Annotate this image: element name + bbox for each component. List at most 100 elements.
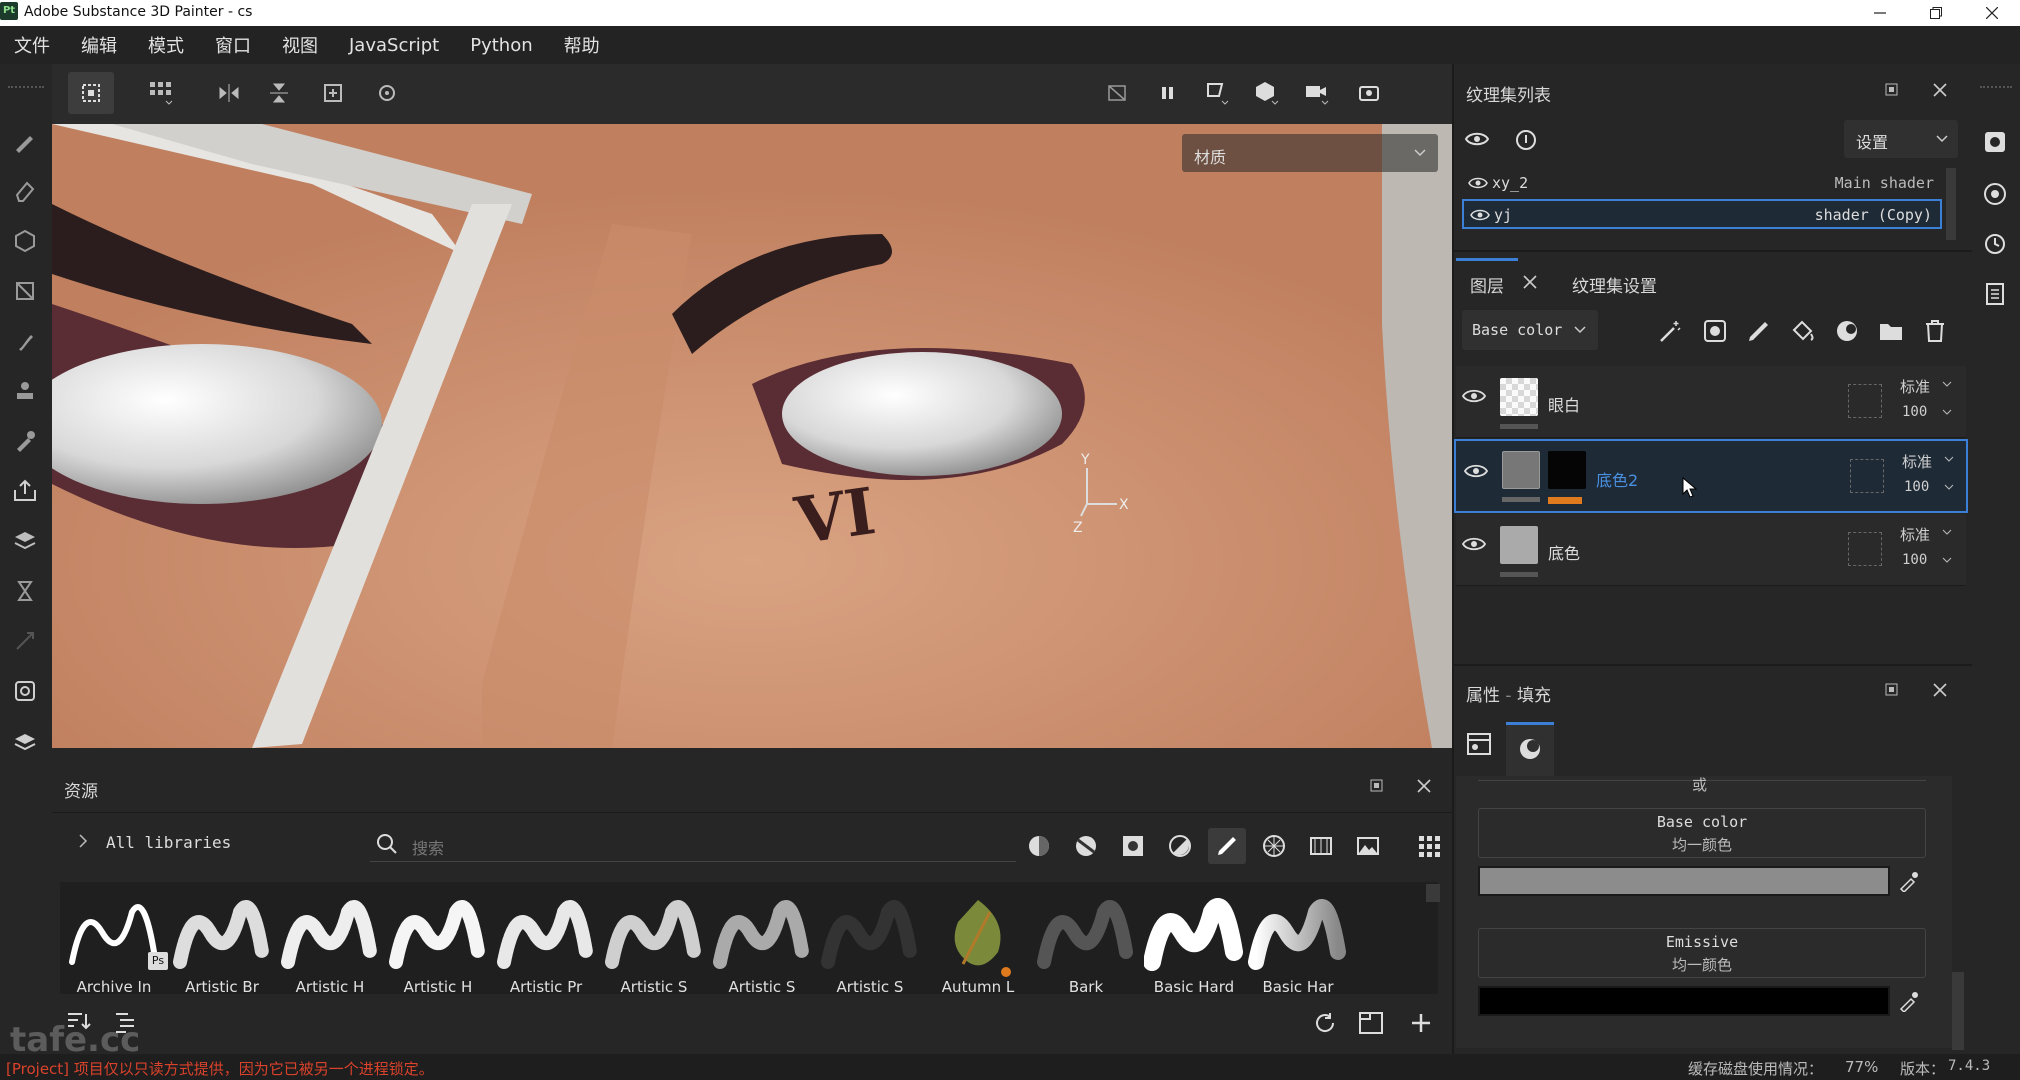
emissive-channel[interactable]: Emissive 均一颜色 [1478,928,1926,978]
visibility-toggle-button[interactable] [1464,128,1490,150]
brush-tile[interactable]: Basic Hard [1144,892,1244,996]
brush-tile[interactable]: Artistic S [712,892,812,996]
smudge-tool[interactable] [10,326,40,356]
eraser-tool[interactable] [10,176,40,206]
bake-tool[interactable] [10,526,40,556]
transform-tool[interactable] [10,626,40,656]
menu-mode[interactable]: 模式 [148,32,184,58]
menu-edit[interactable]: 编辑 [81,32,117,58]
library-tool[interactable] [10,726,40,756]
material-mode-dropdown[interactable]: 材质 [1182,134,1438,172]
channel-dropdown[interactable]: Base color [1462,310,1598,350]
properties-scrollbar[interactable] [1952,972,1964,1050]
maximize-assets-button[interactable] [1369,778,1387,796]
new-window-button[interactable] [1358,1010,1384,1036]
close-window-button[interactable] [1964,0,2020,26]
close-texture-set-button[interactable] [1932,82,1948,98]
menu-python[interactable]: Python [470,35,532,56]
brush-tile[interactable]: Basic Har [1248,892,1348,996]
blend-mode[interactable]: 标准 [1900,524,1930,545]
layer-row-selected[interactable]: 底色2 标准 100 [1454,439,1968,513]
texture-set-settings-dropdown[interactable]: 设置 [1844,120,1958,158]
layer-opacity[interactable]: 100 [1902,404,1927,420]
grid-view-button[interactable] [1410,828,1448,864]
solo-button[interactable] [1514,128,1538,152]
filter-environments[interactable] [1349,828,1387,864]
refresh-assets-button[interactable] [1312,1010,1338,1036]
texture-set-scrollbar[interactable] [1946,168,1956,240]
close-assets-button[interactable] [1416,778,1434,796]
assets-search-field[interactable]: 搜索 [370,828,1016,862]
menu-javascript[interactable]: JavaScript [349,35,439,56]
add-effect-button[interactable] [1658,318,1684,344]
tab-texture-set-settings[interactable]: 纹理集设置 [1572,272,1657,297]
brush-tile[interactable]: Artistic S [820,892,920,996]
menu-help[interactable]: 帮助 [564,32,600,58]
brush-tile[interactable]: Artistic H [388,892,488,996]
add-paint-layer-button[interactable] [1746,318,1772,344]
emissive-picker-button[interactable] [1898,990,1920,1012]
base-color-channel[interactable]: Base color 均一颜色 [1478,808,1926,858]
expand-libraries-chevron[interactable] [78,834,88,848]
display-settings-dock[interactable] [1977,124,2013,160]
viewport-mode-button[interactable] [1194,72,1240,114]
history-dock[interactable] [1977,226,2013,262]
paint-brush-tool[interactable] [10,126,40,156]
camera-settings-button[interactable] [1294,72,1340,114]
close-layers-tab[interactable] [1522,274,1538,290]
brush-tile[interactable]: Artistic H [280,892,380,996]
shader-settings-dock[interactable] [1977,176,2013,212]
blend-mode[interactable]: 标准 [1902,451,1932,472]
selection-mode-button[interactable] [68,72,114,114]
blend-mode[interactable]: 标准 [1900,376,1930,397]
layer-opacity[interactable]: 100 [1904,479,1929,495]
log-dock[interactable] [1977,276,2013,312]
color-picker-tool[interactable] [10,426,40,456]
brush-tile[interactable]: Artistic Pr [496,892,596,996]
projection-tool[interactable] [10,226,40,256]
minimize-button[interactable] [1852,0,1908,26]
layer-row[interactable]: 底色 标准 100 [1456,514,1966,586]
add-fill-layer-button[interactable] [1790,318,1816,344]
layer-mask-slot[interactable] [1848,532,1882,566]
mirror-x-button[interactable] [206,72,252,114]
timer-tool[interactable] [10,576,40,606]
layer-mask-slot[interactable] [1850,459,1884,493]
assets-scrollbar[interactable] [1426,884,1440,902]
delete-layer-button[interactable] [1922,318,1948,344]
export-tool[interactable] [10,476,40,506]
brush-tile[interactable]: Archive In Ps [64,892,168,996]
brush-tile[interactable]: Autumn L [928,892,1028,996]
filter-textures[interactable] [1302,828,1340,864]
float-properties-button[interactable] [1884,682,1900,698]
filter-alphas[interactable] [1255,828,1293,864]
restore-button[interactable] [1908,0,1964,26]
close-properties-button[interactable] [1932,682,1948,698]
add-asset-button[interactable] [1408,1010,1434,1036]
brush-tile[interactable]: Artistic S [604,892,704,996]
emissive-swatch[interactable] [1478,986,1890,1016]
filter-generators[interactable] [1161,828,1199,864]
filter-smart-materials[interactable] [1067,828,1105,864]
reset-camera-button[interactable] [364,72,410,114]
filter-masks[interactable] [1114,828,1152,864]
screenshot-button[interactable] [1346,72,1392,114]
filter-brushes[interactable] [1208,828,1246,864]
pause-button[interactable] [1144,72,1190,114]
add-mask-button[interactable] [1834,318,1860,344]
sync-tool[interactable] [10,676,40,706]
mirror-y-button[interactable] [256,72,302,114]
base-color-picker-button[interactable] [1898,870,1920,892]
library-selector[interactable]: All libraries [106,833,231,852]
tab-layers[interactable]: 图层 [1470,272,1504,297]
brush-tile[interactable]: Artistic Br [172,892,272,996]
base-color-swatch[interactable] [1478,866,1890,896]
layer-opacity[interactable]: 100 [1902,552,1927,568]
grid-display-button[interactable] [138,72,184,114]
texture-set-row-selected[interactable]: yj shader (Copy) [1462,199,1942,229]
filter-materials[interactable] [1020,828,1058,864]
properties-settings-tab[interactable] [1466,732,1492,756]
geometry-mask-tool[interactable] [10,276,40,306]
hide-overlay-button[interactable] [1094,72,1140,114]
menu-view[interactable]: 视图 [282,32,318,58]
